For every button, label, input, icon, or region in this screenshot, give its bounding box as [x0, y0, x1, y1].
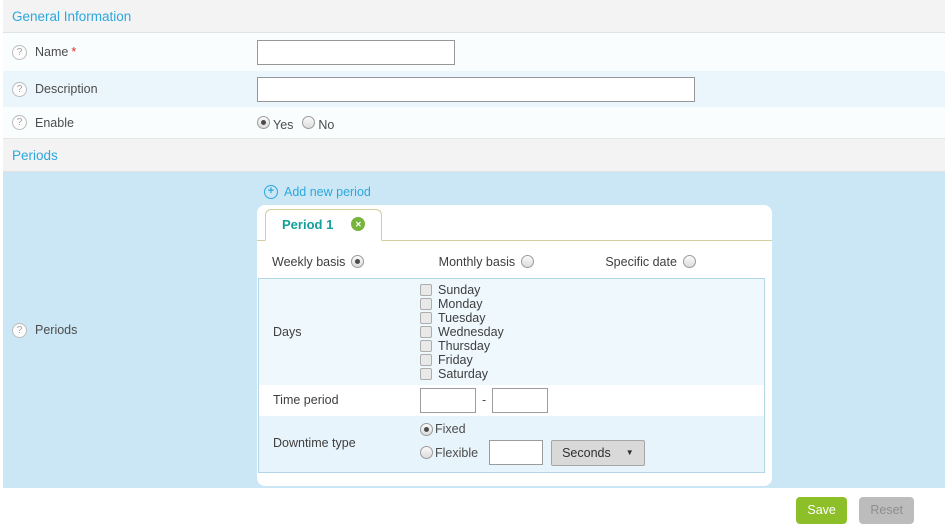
form-row-name: ? Name*	[3, 33, 945, 71]
day-item-wednesday: Wednesday	[420, 325, 504, 339]
saturday-label: Saturday	[438, 367, 488, 381]
chevron-down-icon: ▼	[626, 448, 634, 457]
day-item-thursday: Thursday	[420, 339, 504, 353]
period-panel: Period 1 ✕ Weekly basis Monthly basis Sp…	[257, 205, 772, 486]
flexible-label: Flexible	[435, 446, 478, 460]
form-row-description: ? Description	[3, 71, 945, 107]
save-button[interactable]: Save	[796, 497, 847, 524]
description-label-cell: ? Description	[3, 82, 257, 97]
tab-close-icon[interactable]: ✕	[351, 217, 365, 231]
monthly-basis-radio[interactable]	[521, 255, 534, 268]
help-icon[interactable]: ?	[12, 45, 27, 60]
fixed-option: Fixed	[420, 421, 645, 438]
weekly-basis-label: Weekly basis	[272, 255, 345, 269]
thursday-label: Thursday	[438, 339, 490, 353]
time-period-row: Time period -	[259, 385, 764, 416]
monthly-basis-label: Monthly basis	[439, 255, 515, 269]
general-information-title: General Information	[12, 9, 131, 24]
general-information-header: General Information	[3, 0, 945, 33]
weekly-basis-radio[interactable]	[351, 255, 364, 268]
tab-period-1-label: Period 1	[282, 217, 333, 232]
flexible-option: Flexible Seconds ▼	[420, 440, 645, 466]
duration-input[interactable]	[489, 440, 543, 465]
tab-period-1[interactable]: Period 1 ✕	[265, 209, 382, 241]
basis-options-row: Weekly basis Monthly basis Specific date	[257, 241, 772, 278]
enable-label-cell: ? Enable	[3, 115, 257, 130]
add-new-period-label: Add new period	[284, 185, 371, 199]
name-label-cell: ? Name*	[3, 45, 257, 60]
friday-label: Friday	[438, 353, 473, 367]
form-footer: Save Reset	[3, 488, 945, 524]
help-icon[interactable]: ?	[12, 115, 27, 130]
saturday-checkbox[interactable]	[420, 368, 432, 380]
time-end-input[interactable]	[492, 388, 548, 413]
add-new-period-link[interactable]: + Add new period	[264, 185, 371, 199]
periods-title: Periods	[12, 148, 58, 163]
periods-label-cell: ? Periods	[3, 172, 257, 488]
monthly-basis-option: Monthly basis	[439, 255, 606, 269]
specific-date-radio[interactable]	[683, 255, 696, 268]
fixed-radio[interactable]	[420, 423, 433, 436]
enable-no-radio[interactable]	[302, 116, 315, 129]
enable-options: Yes No	[257, 116, 343, 130]
required-asterisk: *	[71, 45, 76, 59]
downtime-type-options: Fixed Flexible Seconds ▼	[420, 421, 645, 466]
weekly-basis-option: Weekly basis	[272, 255, 439, 269]
specific-date-label: Specific date	[605, 255, 677, 269]
monday-checkbox[interactable]	[420, 298, 432, 310]
time-period-label: Time period	[259, 393, 420, 407]
help-icon[interactable]: ?	[12, 82, 27, 97]
reset-button[interactable]: Reset	[859, 497, 914, 524]
downtime-form: General Information ? Name* ? Descriptio…	[0, 0, 949, 524]
periods-label: Periods	[35, 323, 77, 337]
fixed-label: Fixed	[435, 422, 466, 436]
enable-no-label: No	[318, 118, 334, 132]
plus-circle-icon: +	[264, 185, 278, 199]
days-list: Sunday Monday Tuesday	[420, 283, 504, 381]
tuesday-label: Tuesday	[438, 311, 485, 325]
downtime-type-label: Downtime type	[259, 436, 420, 450]
periods-header: Periods	[3, 138, 945, 172]
duration-unit-select[interactable]: Seconds ▼	[551, 440, 645, 466]
enable-yes-radio[interactable]	[257, 116, 270, 129]
days-label: Days	[259, 325, 420, 339]
sunday-label: Sunday	[438, 283, 480, 297]
day-item-saturday: Saturday	[420, 367, 504, 381]
name-input[interactable]	[257, 40, 455, 65]
wednesday-label: Wednesday	[438, 325, 504, 339]
wednesday-checkbox[interactable]	[420, 326, 432, 338]
tuesday-checkbox[interactable]	[420, 312, 432, 324]
time-range-separator: -	[482, 393, 486, 407]
thursday-checkbox[interactable]	[420, 340, 432, 352]
day-item-tuesday: Tuesday	[420, 311, 504, 325]
periods-content: + Add new period Period 1 ✕ Weekly basis	[257, 172, 772, 488]
downtime-type-row: Downtime type Fixed Flexible	[259, 416, 764, 472]
periods-section: ? Periods + Add new period Period 1 ✕ We…	[3, 172, 945, 488]
enable-label: Enable	[35, 116, 74, 130]
day-item-sunday: Sunday	[420, 283, 504, 297]
sunday-checkbox[interactable]	[420, 284, 432, 296]
monday-label: Monday	[438, 297, 482, 311]
period-settings-table: Days Sunday Monday	[258, 278, 765, 473]
day-item-friday: Friday	[420, 353, 504, 367]
days-row: Days Sunday Monday	[259, 279, 764, 385]
day-item-monday: Monday	[420, 297, 504, 311]
friday-checkbox[interactable]	[420, 354, 432, 366]
help-icon[interactable]: ?	[12, 323, 27, 338]
description-label: Description	[35, 82, 98, 96]
enable-yes-label: Yes	[273, 118, 293, 132]
description-input[interactable]	[257, 77, 695, 102]
time-start-input[interactable]	[420, 388, 476, 413]
name-label: Name*	[35, 45, 76, 59]
duration-unit-value: Seconds	[562, 446, 611, 460]
form-row-enable: ? Enable Yes No	[3, 107, 945, 138]
specific-date-option: Specific date	[605, 255, 772, 269]
flexible-radio[interactable]	[420, 446, 433, 459]
period-tabstrip: Period 1 ✕	[257, 205, 772, 241]
